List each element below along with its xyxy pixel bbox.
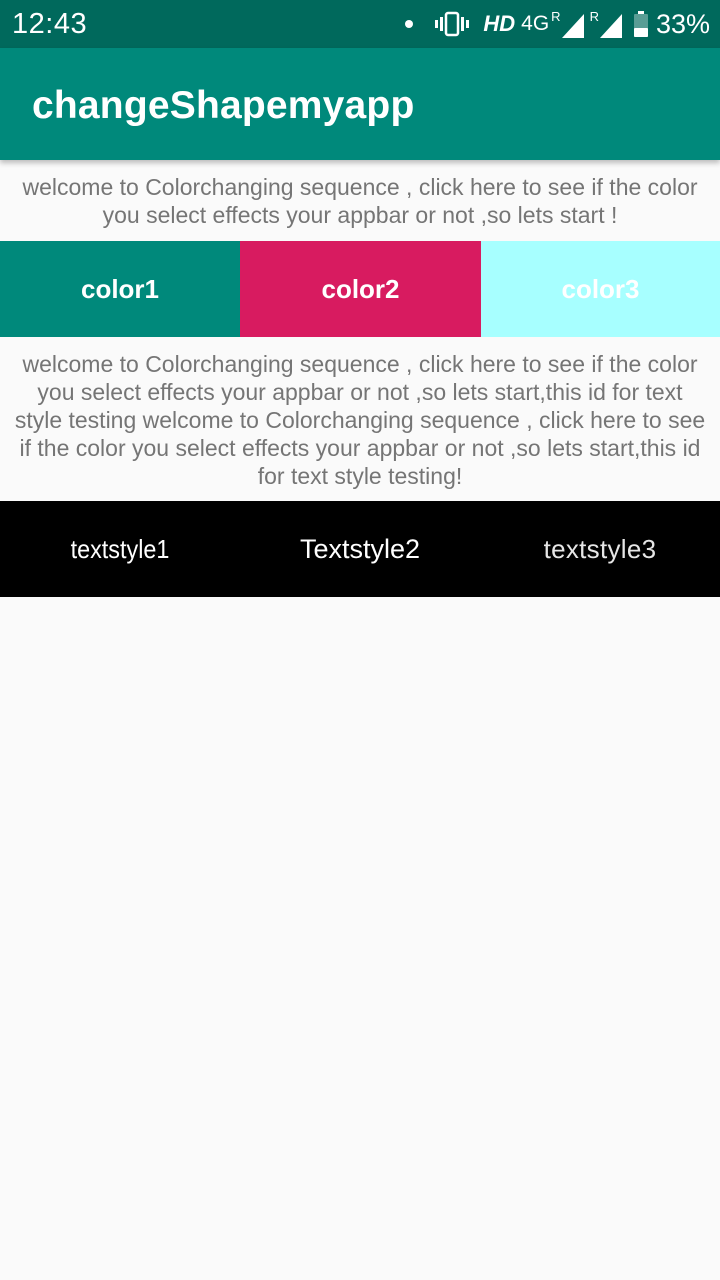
notification-dot-icon — [405, 20, 414, 28]
text-style-button-row: textstyle1 Textstyle2 textstyle3 — [0, 501, 720, 597]
network-type-label: 4G — [521, 12, 550, 35]
app-title: changeShapemyapp — [32, 84, 415, 127]
signal-strength-2: R — [590, 10, 622, 38]
description-text: welcome to Colorchanging sequence , clic… — [14, 351, 706, 489]
textstyle3-button[interactable]: textstyle3 — [480, 501, 720, 597]
color2-button[interactable]: color2 — [240, 241, 481, 337]
battery-icon — [633, 11, 648, 37]
signal-strength-1: R — [551, 9, 584, 38]
roaming-indicator: R — [589, 9, 599, 24]
color1-button[interactable]: color1 — [0, 241, 240, 337]
roaming-indicator: R — [551, 9, 561, 24]
vibrate-icon — [435, 11, 470, 37]
status-time: 12:43 — [12, 8, 88, 40]
intro-text[interactable]: welcome to Colorchanging sequence , clic… — [20, 173, 700, 229]
network-hd-label: HD — [483, 11, 516, 36]
battery-percent: 33% — [655, 8, 710, 39]
signal-icon — [561, 14, 584, 38]
signal-icon — [599, 14, 622, 38]
status-icons: HD 4G R R 33% — [405, 8, 710, 40]
textstyle1-button[interactable]: textstyle1 — [12, 501, 228, 597]
color3-button[interactable]: color3 — [481, 241, 720, 337]
color-button-row: color1 color2 color3 — [0, 241, 720, 337]
app-bar: changeShapemyapp — [0, 48, 720, 160]
status-bar: 12:43 HD 4G R R 33% — [0, 0, 720, 48]
textstyle2-button[interactable]: Textstyle2 — [240, 501, 480, 597]
